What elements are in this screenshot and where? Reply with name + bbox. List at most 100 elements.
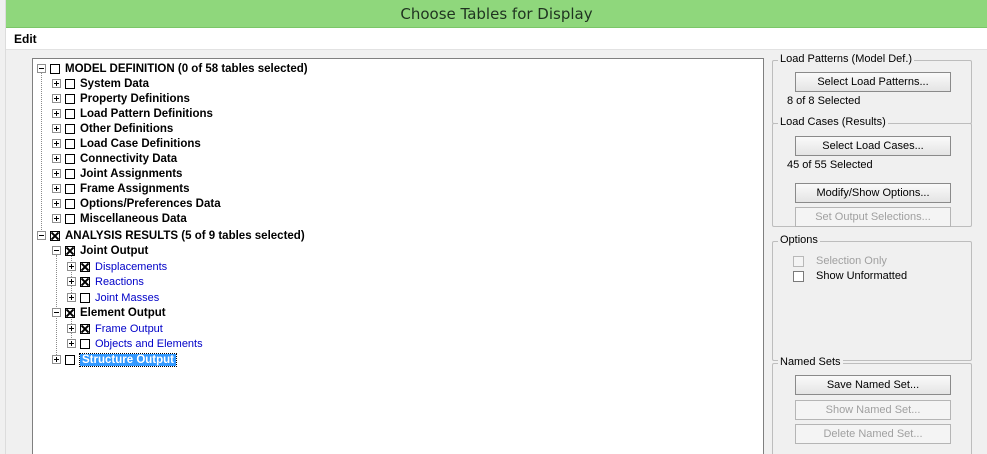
collapse-icon[interactable] — [52, 246, 61, 255]
save-named-set-button[interactable]: Save Named Set... — [795, 375, 951, 395]
checkbox-model-definition[interactable] — [50, 63, 60, 74]
checkbox[interactable] — [80, 323, 90, 334]
options-group: Options Selection Only Show Unformatted — [772, 234, 972, 361]
group-title: Options — [778, 234, 820, 246]
tree-node-system-data[interactable]: System Data — [52, 76, 149, 91]
tree-node-displacements[interactable]: Displacements — [67, 259, 167, 274]
option-label: Show Unformatted — [816, 270, 908, 282]
tree-node-miscellaneous-data[interactable]: Miscellaneous Data — [52, 211, 187, 226]
expand-icon[interactable] — [67, 339, 76, 348]
checkbox[interactable] — [65, 354, 75, 365]
checkbox[interactable] — [65, 78, 75, 89]
expand-icon[interactable] — [52, 214, 61, 223]
tree-node-load-pattern-definitions[interactable]: Load Pattern Definitions — [52, 106, 213, 121]
named-sets-group: Named Sets Save Named Set... Show Named … — [772, 356, 972, 454]
load-patterns-status: 8 of 8 Selected — [787, 95, 861, 107]
tree-node-objects-and-elements[interactable]: Objects and Elements — [67, 336, 203, 351]
tree-label: Objects and Elements — [95, 337, 203, 350]
expand-icon[interactable] — [67, 277, 76, 286]
tree-node-other-definitions[interactable]: Other Definitions — [52, 121, 173, 136]
tree-label-selected: Structure Output — [79, 352, 177, 367]
group-title: Named Sets — [778, 356, 843, 368]
tree-label: Miscellaneous Data — [80, 212, 187, 225]
show-unformatted-checkbox[interactable]: Show Unformatted — [793, 270, 907, 282]
window-left-edge — [0, 0, 6, 454]
tree-node-structure-output[interactable]: Structure Output — [52, 352, 177, 367]
tree-node-model-definition[interactable]: MODEL DEFINITION (0 of 58 tables selecte… — [37, 61, 308, 76]
checkbox-box[interactable] — [793, 255, 804, 267]
tree-node-frame-assignments[interactable]: Frame Assignments — [52, 181, 190, 196]
checkbox[interactable] — [65, 168, 75, 179]
selection-only-checkbox[interactable]: Selection Only — [793, 255, 887, 267]
expand-icon[interactable] — [52, 154, 61, 163]
tree-label: Joint Assignments — [80, 167, 183, 180]
expand-icon[interactable] — [52, 184, 61, 193]
tree-node-joint-assignments[interactable]: Joint Assignments — [52, 166, 182, 181]
expand-icon[interactable] — [52, 199, 61, 208]
checkbox-analysis-results[interactable] — [50, 230, 60, 241]
tree-node-joint-masses[interactable]: Joint Masses — [67, 290, 159, 305]
expand-icon[interactable] — [67, 262, 76, 271]
tree-node-analysis-results[interactable]: ANALYSIS RESULTS (5 of 9 tables selected… — [37, 228, 305, 243]
checkbox[interactable] — [65, 108, 75, 119]
expand-icon[interactable] — [52, 109, 61, 118]
menu-edit[interactable]: Edit — [14, 32, 37, 46]
expand-icon[interactable] — [52, 124, 61, 133]
checkbox[interactable] — [65, 198, 75, 209]
tree-label: Options/Preferences Data — [80, 197, 221, 210]
tree-label: Load Case Definitions — [80, 137, 201, 150]
checkbox[interactable] — [65, 213, 75, 224]
tree-label: Connectivity Data — [80, 152, 178, 165]
expand-icon[interactable] — [67, 324, 76, 333]
checkbox[interactable] — [65, 123, 75, 134]
tree-label: System Data — [80, 77, 150, 90]
menu-bar: Edit — [6, 28, 987, 50]
checkbox[interactable] — [65, 93, 75, 104]
checkbox[interactable] — [65, 138, 75, 149]
tree-label: Element Output — [80, 306, 166, 319]
delete-named-set-button[interactable]: Delete Named Set... — [795, 424, 951, 444]
collapse-icon[interactable] — [37, 64, 46, 73]
select-load-patterns-button[interactable]: Select Load Patterns... — [795, 72, 951, 92]
checkbox[interactable] — [80, 276, 90, 287]
tree-node-connectivity-data[interactable]: Connectivity Data — [52, 151, 177, 166]
checkbox[interactable] — [80, 338, 90, 349]
collapse-icon[interactable] — [37, 231, 46, 240]
load-cases-group: Load Cases (Results) Select Load Cases..… — [772, 116, 972, 227]
expand-icon[interactable] — [52, 139, 61, 148]
checkbox[interactable] — [65, 307, 75, 318]
tree-label: Joint Output — [80, 244, 149, 257]
checkbox[interactable] — [80, 292, 90, 303]
expand-icon[interactable] — [52, 79, 61, 88]
title-bar[interactable]: Choose Tables for Display — [6, 0, 987, 28]
tree-label: Frame Assignments — [80, 182, 190, 195]
tree-node-element-output[interactable]: Element Output — [52, 305, 166, 320]
set-output-selections-button[interactable]: Set Output Selections... — [795, 207, 951, 227]
tables-tree[interactable]: MODEL DEFINITION (0 of 58 tables selecte… — [32, 58, 764, 454]
checkbox[interactable] — [65, 183, 75, 194]
tree-node-property-definitions[interactable]: Property Definitions — [52, 91, 190, 106]
select-load-cases-button[interactable]: Select Load Cases... — [795, 136, 951, 156]
expand-icon[interactable] — [52, 94, 61, 103]
expand-icon[interactable] — [67, 293, 76, 302]
modify-show-options-button[interactable]: Modify/Show Options... — [795, 183, 951, 203]
tree-label: Frame Output — [95, 322, 163, 335]
tree-line — [41, 71, 42, 238]
tree-label: Load Pattern Definitions — [80, 107, 213, 120]
collapse-icon[interactable] — [52, 308, 61, 317]
tree-node-joint-output[interactable]: Joint Output — [52, 243, 148, 258]
tree-node-load-case-definitions[interactable]: Load Case Definitions — [52, 136, 201, 151]
checkbox[interactable] — [80, 261, 90, 272]
checkbox[interactable] — [65, 153, 75, 164]
tree-node-reactions[interactable]: Reactions — [67, 274, 144, 289]
tree-label: MODEL DEFINITION (0 of 58 tables selecte… — [65, 62, 308, 75]
checkbox-box[interactable] — [793, 270, 804, 282]
show-named-set-button[interactable]: Show Named Set... — [795, 400, 951, 420]
right-panel: Load Patterns (Model Def.) Select Load P… — [772, 50, 982, 454]
tree-node-options-preferences-data[interactable]: Options/Preferences Data — [52, 196, 221, 211]
tree-node-frame-output[interactable]: Frame Output — [67, 321, 163, 336]
checkbox[interactable] — [65, 245, 75, 256]
expand-icon[interactable] — [52, 169, 61, 178]
expand-icon[interactable] — [52, 355, 61, 364]
tree-label: Joint Masses — [95, 291, 160, 304]
